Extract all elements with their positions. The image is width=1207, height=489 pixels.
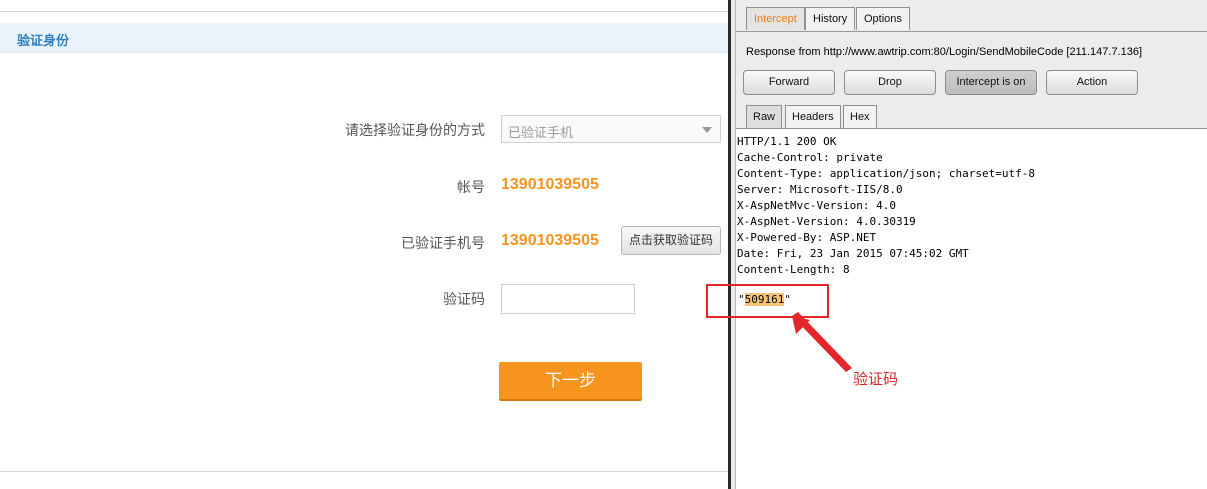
verify-identity-page: 验证身份 请选择验证身份的方式 已验证手机 帐号 13901039505 已验证… (0, 0, 731, 489)
raw-line: X-AspNetMvc-Version: 4.0 (737, 199, 896, 212)
section-title: 验证身份 (17, 34, 70, 49)
method-label: 请选择验证身份的方式 (345, 123, 485, 139)
annotation-arrow-icon (792, 312, 852, 372)
next-step-button[interactable]: 下一步 (499, 362, 642, 401)
tab-raw[interactable]: Raw (746, 105, 783, 128)
burp-tabs: Intercept History Options (736, 7, 1207, 32)
drop-button[interactable]: Drop (844, 70, 936, 95)
code-label: 验证码 (443, 292, 485, 308)
raw-line: Content-Type: application/json; charset=… (737, 167, 1036, 180)
account-value: 13901039505 (501, 176, 599, 193)
raw-line: HTTP/1.1 200 OK (737, 135, 837, 148)
response-source: Response from http://www.awtrip.com:80/L… (746, 46, 1143, 58)
tab-hex[interactable]: Hex (843, 105, 877, 128)
raw-line: Content-Length: 8 (737, 263, 850, 276)
burp-intercept-panel: Intercept History Options Response from … (736, 0, 1207, 489)
phone-label: 已验证手机号 (401, 236, 485, 252)
top-divider (0, 11, 731, 12)
message-view-tabs: Raw Headers Hex (736, 105, 1207, 128)
verify-method-selected: 已验证手机 (508, 126, 574, 141)
verification-code-input[interactable] (501, 284, 635, 314)
raw-line: X-AspNet-Version: 4.0.30319 (737, 215, 916, 228)
raw-line: X-Powered-By: ASP.NET (737, 231, 877, 244)
tab-history[interactable]: History (805, 7, 856, 30)
raw-line: Date: Fri, 23 Jan 2015 07:45:02 GMT (737, 247, 969, 260)
annotation-label: 验证码 (853, 370, 899, 388)
account-label: 帐号 (457, 180, 485, 196)
tab-headers[interactable]: Headers (785, 105, 841, 128)
raw-line: Cache-Control: private (737, 151, 883, 164)
tab-options[interactable]: Options (856, 7, 910, 30)
chevron-down-icon (702, 127, 712, 133)
forward-button[interactable]: Forward (743, 70, 835, 95)
tab-intercept[interactable]: Intercept (746, 7, 805, 30)
bottom-divider (0, 471, 731, 472)
action-button[interactable]: Action (1046, 70, 1138, 95)
get-code-button[interactable]: 点击获取验证码 (621, 226, 721, 255)
verify-method-select[interactable]: 已验证手机 (501, 115, 721, 143)
raw-line: Server: Microsoft-IIS/8.0 (737, 183, 903, 196)
section-header: 验证身份 (0, 23, 731, 53)
phone-value: 13901039505 (501, 232, 599, 249)
intercept-toggle-button[interactable]: Intercept is on (945, 70, 1037, 95)
